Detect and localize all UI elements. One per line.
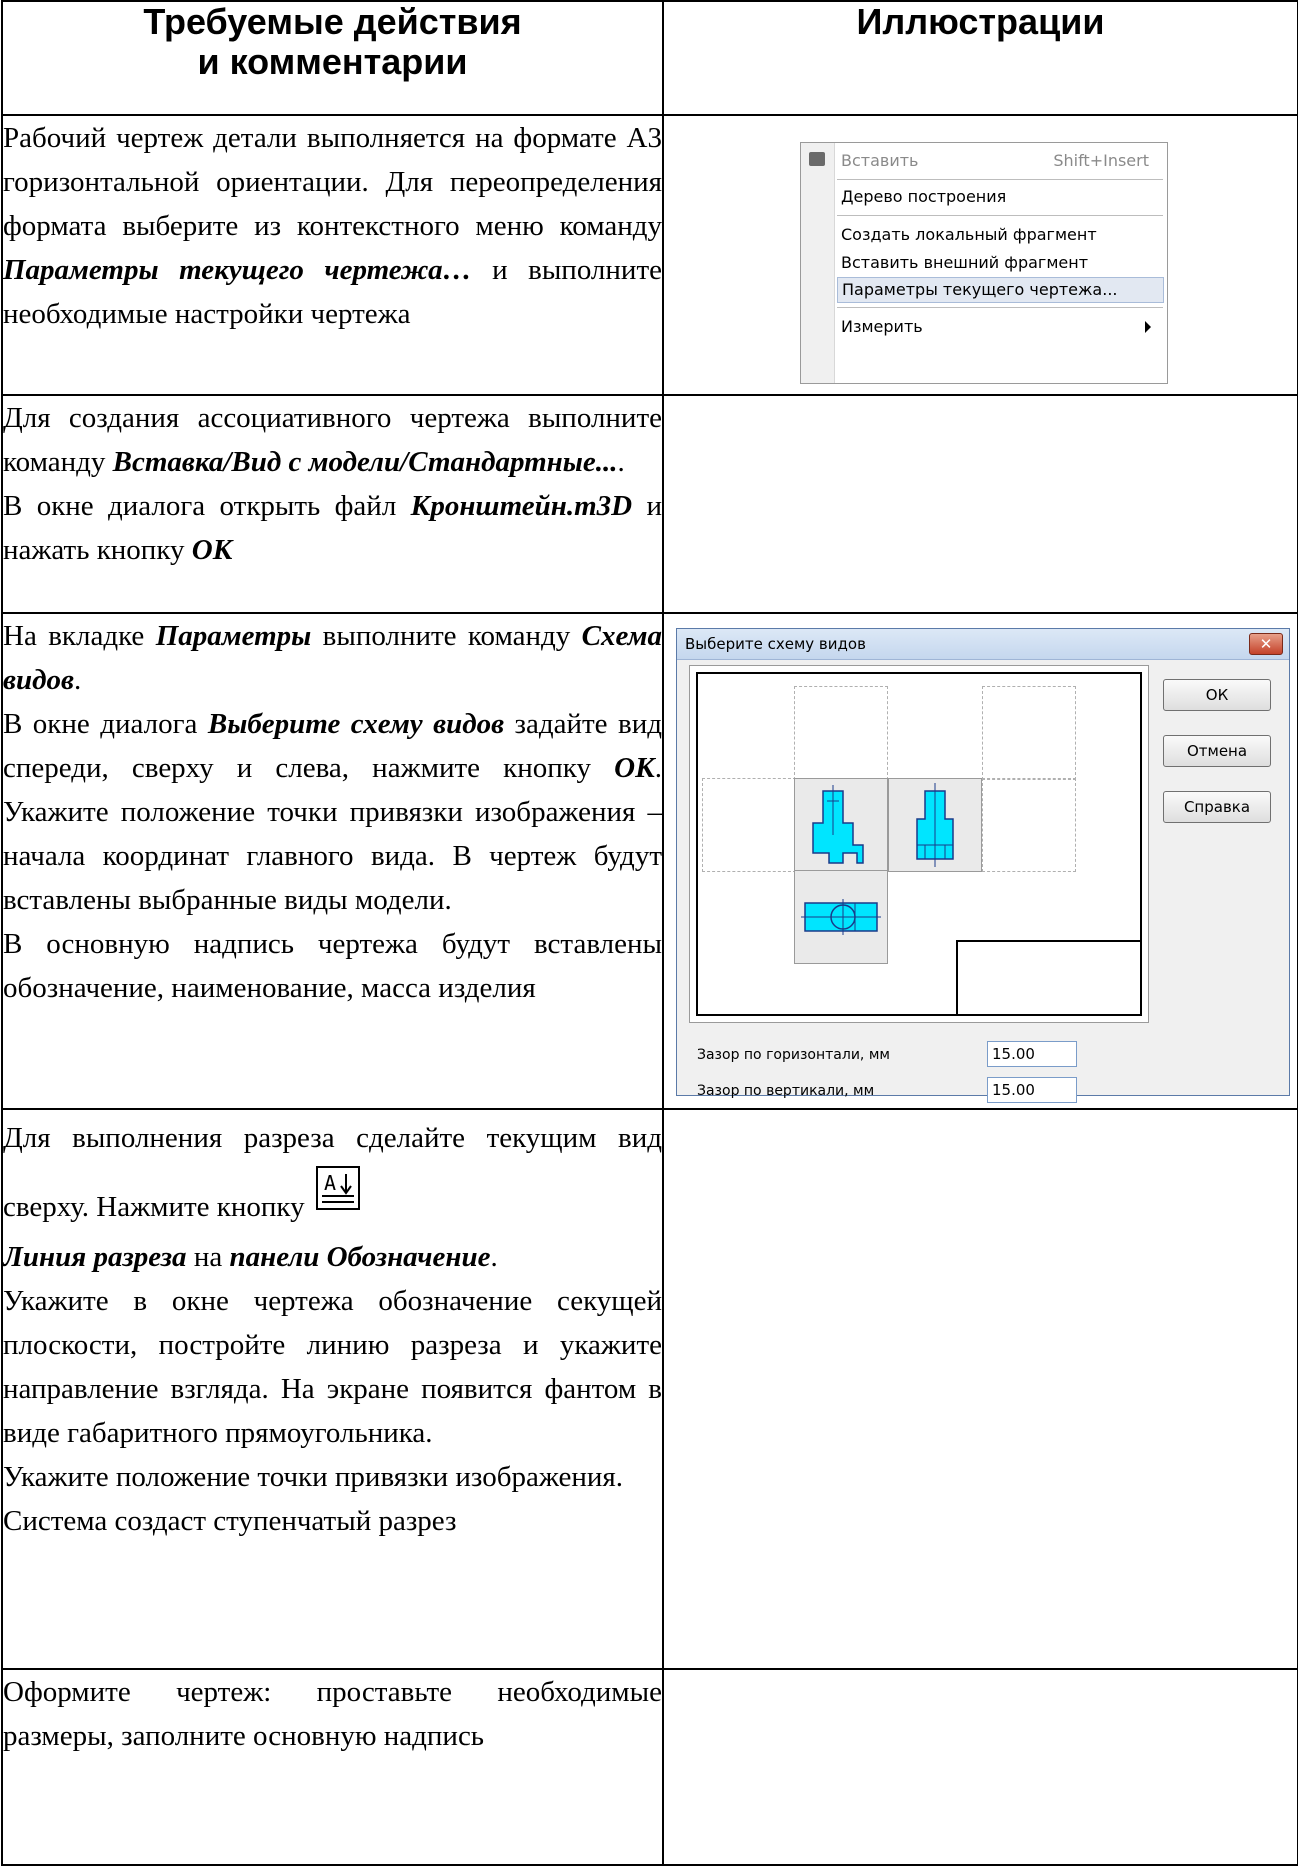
menu-item-paste-shortcut: Shift+Insert — [1053, 151, 1149, 170]
help-button[interactable]: Справка — [1163, 791, 1271, 823]
row3-ok: ОК — [614, 752, 655, 784]
close-button[interactable]: ✕ — [1249, 633, 1283, 655]
row4-text-g: Укажите положение точки привязки изображ… — [3, 1461, 624, 1493]
row5-illustration — [662, 1668, 1298, 1866]
view-slot-front[interactable] — [794, 778, 888, 872]
front-view-icon — [812, 785, 864, 864]
sheet-frame — [696, 672, 1142, 1016]
row2-command: Вставка/Вид с модели/Стандартные... — [112, 446, 618, 478]
header-illustrations: Иллюстрации — [662, 0, 1298, 116]
gap-vertical-label: Зазор по вертикали, мм — [697, 1083, 875, 1099]
row3-illustration: Выберите схему видов ✕ ОК Отмена Справка… — [662, 612, 1298, 1110]
row1-illustration: Вставить Shift+Insert Дерево построения … — [662, 114, 1298, 396]
page: Требуемые действия и комментарии Иллюстр… — [0, 0, 1298, 1872]
row5-text: Оформите чертеж: проставьте необходимые … — [1, 1668, 664, 1866]
row2-text: Для создания ассоциативного чертежа выпо… — [1, 394, 664, 614]
row2-illustration — [662, 394, 1298, 614]
row2-text-c: . — [617, 446, 625, 478]
section-line-icon-label: А — [324, 1171, 336, 1195]
row2-text-d: В окне диалога открыть файл — [3, 490, 411, 522]
menu-item-paste[interactable]: Вставить Shift+Insert — [841, 149, 1159, 173]
row4-text-f: Укажите в окне чертежа обозначение секущ… — [3, 1285, 662, 1449]
context-menu: Вставить Shift+Insert Дерево построения … — [800, 142, 1168, 384]
row3-text-c: выполните команду — [311, 620, 582, 652]
row4-illustration — [662, 1108, 1298, 1670]
row4-text-e: . — [490, 1241, 498, 1273]
menu-separator — [837, 307, 1163, 308]
cancel-button[interactable]: Отмена — [1163, 735, 1271, 767]
section-line-icon-glyph: А — [321, 1171, 354, 1203]
row4-panel: панели Обозначение — [229, 1241, 491, 1273]
row3-text-k: В основную надпись чертежа будут вставле… — [3, 928, 662, 1004]
gap-vertical-input[interactable]: 15.00 — [987, 1077, 1077, 1103]
instruction-table: Требуемые действия и комментарии Иллюстр… — [1, 0, 1298, 1866]
views-scheme-dialog: Выберите схему видов ✕ ОК Отмена Справка… — [676, 628, 1290, 1103]
paste-icon — [809, 152, 825, 166]
gap-horizontal-label: Зазор по горизонтали, мм — [697, 1047, 890, 1063]
view-slot-right[interactable] — [702, 778, 796, 872]
top-view-icon — [801, 899, 881, 935]
row3-text: На вкладке Параметры выполните команду С… — [1, 612, 664, 1110]
row3-text-a: На вкладке — [3, 620, 156, 652]
row3-text-f: В окне диалога — [3, 708, 208, 740]
row3-tab: Параметры — [155, 620, 312, 652]
title-block — [956, 940, 1140, 1014]
row1-text-a: Рабочий чертеж детали выполняется на фор… — [3, 122, 662, 242]
dialog-title: Выберите схему видов — [685, 635, 866, 653]
view-slot-top[interactable] — [794, 686, 888, 780]
row3-text-e: . — [73, 664, 82, 696]
row1-text: Рабочий чертеж детали выполняется на фор… — [1, 114, 664, 396]
row4-text-h: Система создаст ступенчатый разрез — [3, 1505, 457, 1537]
ok-button[interactable]: ОК — [1163, 679, 1271, 711]
left-view-icon — [916, 783, 954, 867]
menu-gutter — [801, 143, 835, 383]
row2-ok: ОК — [191, 534, 233, 566]
submenu-arrow-icon — [1145, 321, 1151, 333]
view-slot-left[interactable] — [888, 778, 982, 872]
row4-text-c: на — [186, 1241, 230, 1273]
row1-command: Параметры текущего чертежа… — [3, 254, 472, 286]
views-scheme-area — [689, 665, 1149, 1023]
menu-item-drawing-params[interactable]: Параметры текущего чертежа... — [837, 277, 1164, 303]
view-slot-rear[interactable] — [982, 778, 1076, 872]
menu-item-measure[interactable]: Измерить — [841, 315, 1159, 339]
gap-horizontal-input[interactable]: 15.00 — [987, 1041, 1077, 1067]
menu-separator — [837, 215, 1163, 216]
menu-item-paste-label: Вставить — [841, 151, 919, 170]
row4-command: Линия разреза — [3, 1241, 187, 1273]
section-line-icon[interactable]: А — [315, 1166, 360, 1210]
header-actions: Требуемые действия и комментарии — [1, 0, 664, 116]
row4-text: Для выполнения разреза сделайте текущим … — [1, 1108, 664, 1670]
header-actions-line2: и комментарии — [197, 41, 468, 82]
row3-dialog-name: Выберите схему видов — [207, 708, 505, 740]
row5-text-a: Оформите чертеж: проставьте необходимые … — [3, 1676, 662, 1752]
menu-item-external-fragment[interactable]: Вставить внешний фрагмент — [841, 251, 1159, 275]
view-slot-bottom[interactable] — [794, 870, 888, 964]
menu-separator — [837, 179, 1163, 180]
menu-item-local-fragment[interactable]: Создать локальный фрагмент — [841, 223, 1159, 247]
view-slot-top-right[interactable] — [982, 686, 1076, 780]
row2-filename: Кронштейн.m3D — [410, 490, 633, 522]
menu-item-measure-label: Измерить — [841, 317, 923, 336]
dialog-titlebar: Выберите схему видов ✕ — [677, 629, 1289, 660]
menu-item-tree[interactable]: Дерево построения — [841, 185, 1159, 209]
header-actions-line1: Требуемые действия — [143, 1, 522, 42]
